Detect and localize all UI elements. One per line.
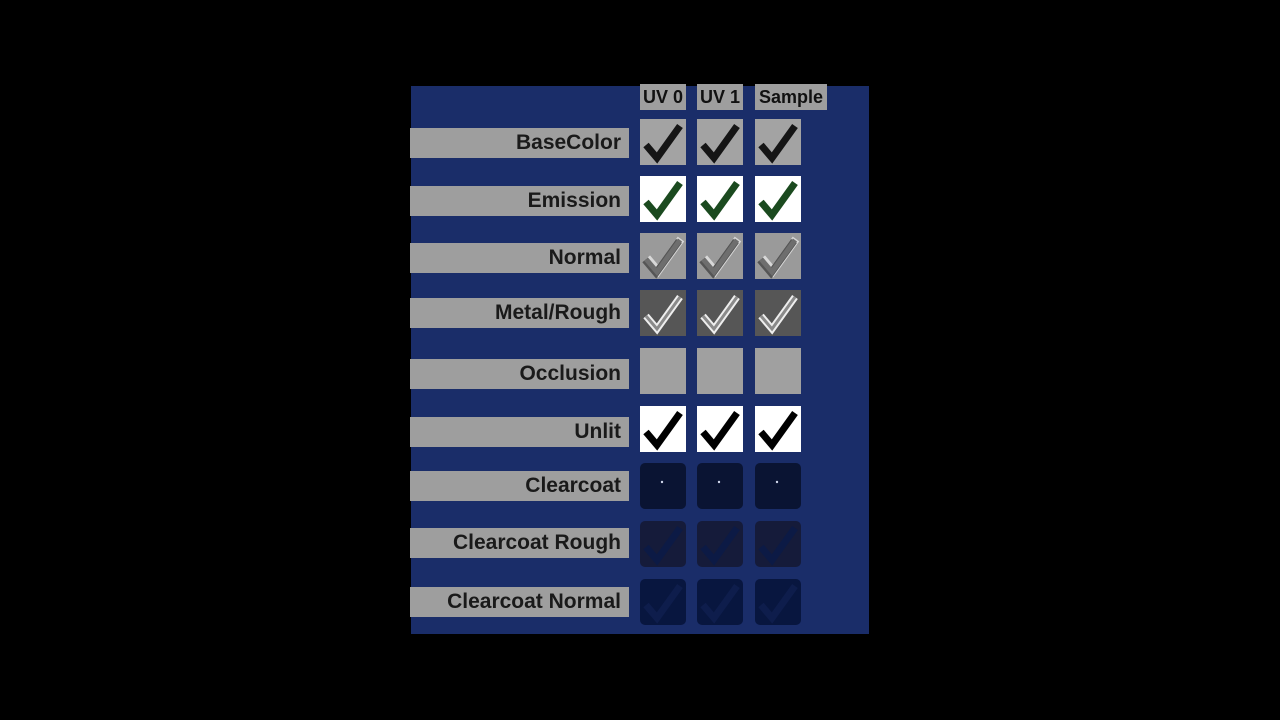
checkbox-clearcoat-normal-sample[interactable] [755,579,801,625]
checkmark-icon [699,236,742,279]
checkmark-icon [643,123,683,164]
checkbox-clearcoat-rough-sample[interactable] [755,521,801,567]
checkbox-clearcoat-rough-uv-0[interactable] [640,521,686,567]
row-label-clearcoat-normal: Clearcoat Normal [410,587,629,617]
row-label-normal: Normal [410,243,629,273]
checkmark-icon [660,480,664,484]
checkmark-icon [700,410,740,451]
checkbox-clearcoat-uv-1[interactable] [697,463,743,509]
checkmark-icon [700,294,740,335]
checkmark-icon [700,123,740,164]
checkmark-icon [697,348,743,394]
checkbox-emission-uv-0[interactable] [640,176,686,222]
checkmark-icon [643,294,683,335]
checkbox-occlusion-uv-1[interactable] [697,348,743,394]
checkbox-basecolor-uv-0[interactable] [640,119,686,165]
checkmark-icon [755,348,801,394]
checkmark-icon [758,525,798,566]
checkmark-icon [643,583,683,624]
checkmark-icon [757,236,800,279]
row-label-metal-rough: Metal/Rough [410,298,629,328]
checkmark-icon [643,180,683,221]
checkmark-icon [717,480,721,484]
row-label-clearcoat: Clearcoat [410,471,629,501]
checkmark-icon [758,294,798,335]
checkmark-icon [700,583,740,624]
row-label-occlusion: Occlusion [410,359,629,389]
checkbox-metal-rough-uv-1[interactable] [697,290,743,336]
checkbox-unlit-sample[interactable] [755,406,801,452]
column-header-uv-1: UV 1 [697,84,743,110]
checkbox-clearcoat-normal-uv-1[interactable] [697,579,743,625]
checkbox-normal-uv-1[interactable] [697,233,743,279]
checkbox-unlit-uv-0[interactable] [640,406,686,452]
row-label-clearcoat-rough: Clearcoat Rough [410,528,629,558]
checkmark-icon [642,236,685,279]
checkmark-icon [758,410,798,451]
checkbox-clearcoat-uv-0[interactable] [640,463,686,509]
row-label-unlit: Unlit [410,417,629,447]
checkmark-icon [775,480,779,484]
checkbox-emission-uv-1[interactable] [697,176,743,222]
row-label-emission: Emission [410,186,629,216]
checkmark-icon [758,180,798,221]
checkmark-icon [640,348,686,394]
checkbox-basecolor-sample[interactable] [755,119,801,165]
checkbox-normal-sample[interactable] [755,233,801,279]
checkbox-basecolor-uv-1[interactable] [697,119,743,165]
checkbox-clearcoat-sample[interactable] [755,463,801,509]
checkbox-metal-rough-uv-0[interactable] [640,290,686,336]
checkbox-metal-rough-sample[interactable] [755,290,801,336]
checkmark-icon [758,583,798,624]
column-header-uv-0: UV 0 [640,84,686,110]
checkbox-emission-sample[interactable] [755,176,801,222]
column-header-sample: Sample [755,84,827,110]
checkmark-icon [643,410,683,451]
checkmark-icon [700,180,740,221]
checkbox-clearcoat-rough-uv-1[interactable] [697,521,743,567]
checkbox-unlit-uv-1[interactable] [697,406,743,452]
checkbox-clearcoat-normal-uv-0[interactable] [640,579,686,625]
checkbox-occlusion-sample[interactable] [755,348,801,394]
checkmark-icon [700,525,740,566]
row-label-basecolor: BaseColor [410,128,629,158]
checkbox-occlusion-uv-0[interactable] [640,348,686,394]
checkmark-icon [758,123,798,164]
checkmark-icon [643,525,683,566]
checkbox-normal-uv-0[interactable] [640,233,686,279]
